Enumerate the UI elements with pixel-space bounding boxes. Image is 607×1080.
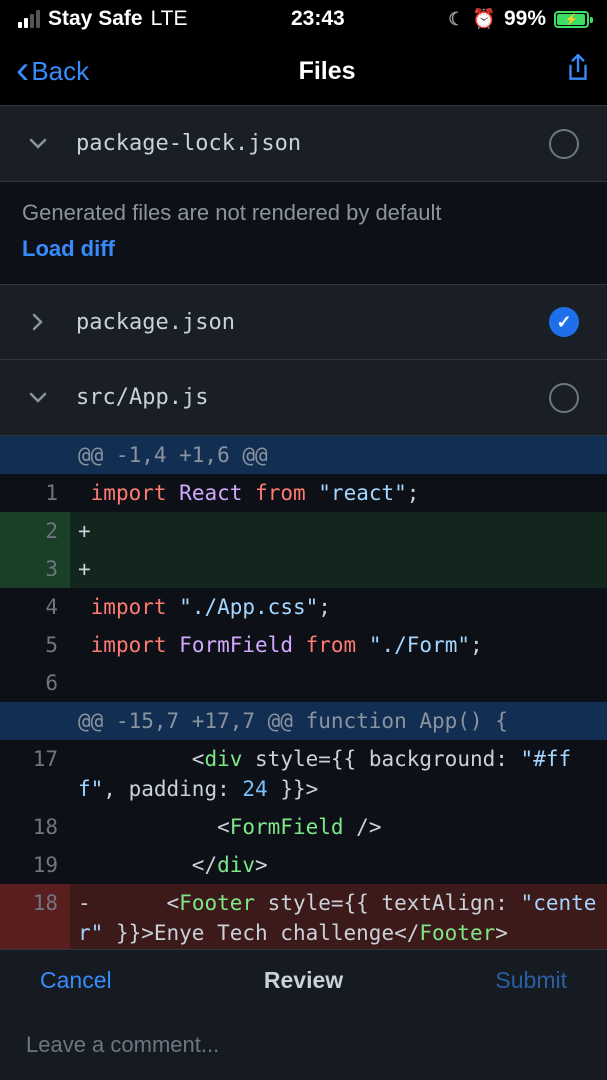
file-row-package-lock[interactable]: package-lock.json [0, 106, 607, 182]
diff-line[interactable]: 5 import FormField from "./Form"; [0, 626, 607, 664]
network-label: LTE [151, 7, 188, 31]
chevron-down-icon [28, 138, 48, 150]
file-checkbox-checked[interactable]: ✓ [549, 307, 579, 337]
diff-line[interactable]: 18 <FormField /> [0, 808, 607, 846]
chevron-right-icon [28, 313, 48, 331]
diff-line[interactable]: 4 import "./App.css"; [0, 588, 607, 626]
share-button[interactable] [565, 53, 591, 90]
review-toolbar: Cancel Review Submit [0, 949, 607, 1080]
battery-icon: ⚡ [554, 11, 589, 28]
alarm-icon: ⏰ [472, 7, 496, 31]
file-name: src/App.js [76, 385, 521, 410]
diff-line[interactable]: 19 </div> [0, 846, 607, 884]
file-checkbox[interactable] [549, 383, 579, 413]
page-title: Files [299, 57, 356, 86]
diff-line-removed[interactable]: 18 - <Footer style={{ textAlign: "center… [0, 884, 607, 952]
file-row-package-json[interactable]: package.json ✓ [0, 284, 607, 360]
review-label: Review [264, 967, 343, 994]
file-row-src-app-js[interactable]: src/App.js [0, 360, 607, 436]
file-name: package-lock.json [76, 131, 521, 156]
diff-line[interactable]: 1 import React from "react"; [0, 474, 607, 512]
signal-icon [18, 10, 40, 28]
file-checkbox[interactable] [549, 129, 579, 159]
diff-line[interactable]: 6 [0, 664, 607, 702]
file-name: package.json [76, 310, 521, 335]
chevron-left-icon: ‹ [16, 50, 29, 90]
clock: 23:43 [291, 7, 345, 31]
diff-line-added[interactable]: 3 + [0, 550, 607, 588]
generated-file-notice: Generated files are not rendered by defa… [0, 182, 607, 284]
back-label: Back [31, 56, 89, 87]
battery-percent: 99% [504, 7, 546, 31]
navigation-bar: ‹ Back Files [0, 38, 607, 106]
diff-hunk-header: @@ -15,7 +17,7 @@ function App() { [0, 702, 607, 740]
submit-button[interactable]: Submit [495, 967, 567, 994]
comment-input[interactable] [26, 1032, 581, 1058]
status-bar: Stay Safe LTE 23:43 ☾ ⏰ 99% ⚡ [0, 0, 607, 38]
notice-text: Generated files are not rendered by defa… [22, 200, 585, 226]
diff-view: @@ -1,4 +1,6 @@ 1 import React from "rea… [0, 436, 607, 952]
diff-hunk-header: @@ -1,4 +1,6 @@ [0, 436, 607, 474]
back-button[interactable]: ‹ Back [16, 54, 89, 90]
load-diff-link[interactable]: Load diff [22, 236, 585, 262]
cancel-button[interactable]: Cancel [40, 967, 112, 994]
carrier-label: Stay Safe [48, 7, 143, 31]
diff-line[interactable]: 17 <div style={{ background: "#fff", pad… [0, 740, 607, 808]
diff-line-added[interactable]: 2 + [0, 512, 607, 550]
chevron-down-icon [28, 392, 48, 404]
dnd-moon-icon: ☾ [448, 9, 464, 30]
